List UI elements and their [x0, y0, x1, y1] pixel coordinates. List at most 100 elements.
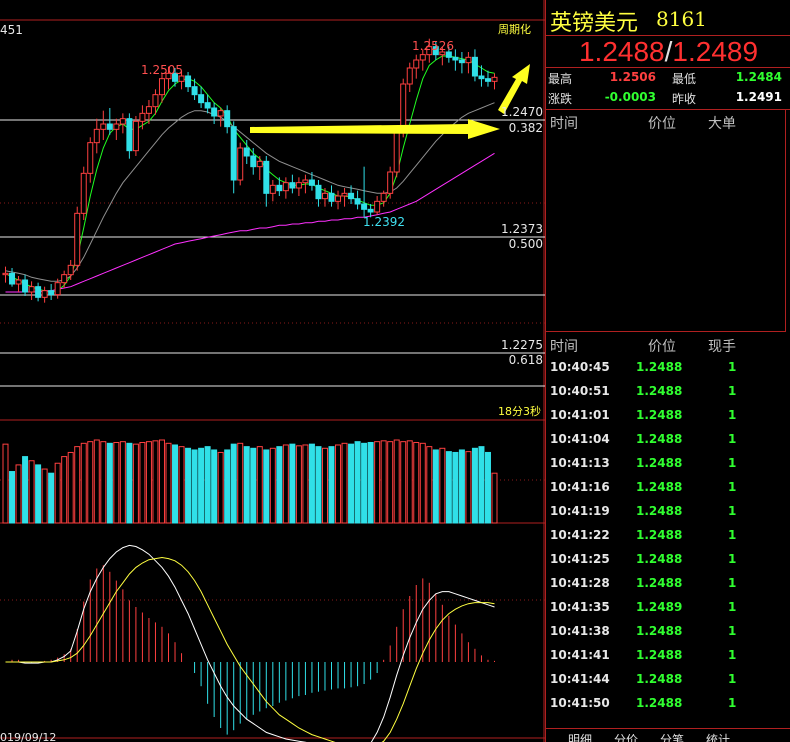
candle-body: [282, 182, 289, 192]
tick-row[interactable]: 10:41:28 1.2488 1: [546, 572, 786, 596]
candle: [48, 284, 55, 300]
volume-bar: [106, 442, 113, 524]
fib-ratio-0618: 0.618: [508, 353, 543, 367]
tick-row[interactable]: 10:41:04 1.2488 1: [546, 428, 786, 452]
tick-row[interactable]: 10:41:35 1.2489 1: [546, 596, 786, 620]
candle-body: [380, 192, 387, 202]
tick-size: 1: [728, 504, 737, 518]
volume-bar: [478, 446, 485, 524]
candle-body: [289, 182, 296, 189]
tick-row[interactable]: 10:41:44 1.2488 1: [546, 668, 786, 692]
change-value: -0.0003: [604, 90, 656, 104]
candle: [113, 118, 120, 140]
tick-row[interactable]: 10:41:01 1.2488 1: [546, 404, 786, 428]
tick-row[interactable]: 10:41:13 1.2488 1: [546, 452, 786, 476]
candle-body: [28, 286, 35, 293]
tick-row[interactable]: 10:41:41 1.2488 1: [546, 644, 786, 668]
candle: [341, 188, 348, 207]
volume-bar: [465, 451, 472, 524]
kline-svg[interactable]: [0, 0, 545, 742]
volume-bar: [471, 447, 478, 524]
tick-row[interactable]: 10:41:50 1.2488 1: [546, 692, 786, 716]
candle: [35, 282, 42, 302]
date-label: 019/09/12: [0, 731, 57, 742]
volume-bar: [145, 441, 152, 524]
low-label: 最低: [672, 72, 697, 86]
volume-bar: [185, 447, 192, 524]
volume-bar: [48, 472, 55, 524]
tick-size: 1: [728, 456, 737, 470]
tick-row[interactable]: 10:40:51 1.2488 1: [546, 380, 786, 404]
candle-body: [204, 102, 211, 109]
candle-body: [465, 56, 472, 64]
candle-body: [400, 83, 407, 133]
tick-price: 1.2488: [636, 552, 683, 566]
candle: [198, 86, 205, 108]
macd-dea-line: [5, 556, 495, 742]
tick-time: 10:41:04: [550, 432, 610, 446]
candle-body: [119, 118, 126, 125]
candle-body: [302, 179, 309, 184]
tick-time: 10:41:25: [550, 552, 610, 566]
candle-body: [484, 78, 491, 82]
candle: [139, 105, 146, 130]
tick-size: 1: [728, 360, 737, 374]
tick-size: 1: [728, 624, 737, 638]
volume-bar: [22, 456, 29, 524]
tick-row[interactable]: 10:41:22 1.2488 1: [546, 524, 786, 548]
volume-bar: [204, 446, 211, 524]
candle-body: [367, 208, 374, 213]
candle-body: [478, 75, 485, 80]
volume-bar: [61, 456, 68, 524]
volume-bar: [302, 444, 309, 524]
candle: [471, 49, 478, 82]
volume-bar: [269, 447, 276, 524]
candle: [28, 281, 35, 300]
tick-row[interactable]: 10:41:25 1.2488 1: [546, 548, 786, 572]
volume-bar: [198, 447, 205, 524]
volume-bar: [9, 471, 16, 524]
volume-bar: [119, 441, 126, 524]
volume-bar: [54, 462, 61, 524]
tick-list[interactable]: 10:40:45 1.2488 1 10:40:51 1.2488 1 10:41:01 1.…: [546, 356, 786, 716]
candle: [458, 52, 465, 74]
volume-bar: [100, 441, 107, 524]
candle-body: [491, 76, 498, 82]
tick-row[interactable]: 10:40:45 1.2488 1: [546, 356, 786, 380]
volume-bar: [289, 443, 296, 524]
candle-body: [328, 192, 335, 202]
volume-bar: [387, 441, 394, 524]
volume-bar: [158, 439, 165, 524]
volume-bar: [328, 446, 335, 524]
tab-detail[interactable]: 明细: [568, 731, 592, 742]
prev-close-label: 昨收: [672, 92, 697, 106]
tick-time: 10:41:50: [550, 696, 610, 710]
candle: [406, 62, 413, 92]
tab-price-dist[interactable]: 分价: [614, 731, 638, 742]
candle-body: [145, 106, 152, 114]
tick-row[interactable]: 10:41:16 1.2488 1: [546, 476, 786, 500]
candle-body: [295, 182, 302, 189]
bottom-tabs: 明细 分价 分笔 统计: [546, 728, 790, 742]
tab-stats[interactable]: 统计: [706, 731, 730, 742]
candle: [263, 156, 270, 207]
volume-bar: [308, 443, 315, 524]
candle-body: [341, 192, 348, 197]
kline-chart[interactable]: 451 周期化 1.2505 1.2526 1.2392 1.2470 0.38…: [0, 0, 545, 742]
volume-bar: [295, 445, 302, 524]
volume-bar: [165, 442, 172, 524]
volume-bar: [321, 447, 328, 524]
tick-row[interactable]: 10:41:38 1.2488 1: [546, 620, 786, 644]
tab-ticks[interactable]: 分笔: [660, 731, 684, 742]
tick-time: 10:40:51: [550, 384, 610, 398]
candle-body: [93, 128, 100, 144]
volume-bar: [400, 441, 407, 524]
candle: [126, 113, 133, 159]
candle: [250, 148, 257, 175]
tick-row[interactable]: 10:41:19 1.2488 1: [546, 500, 786, 524]
volume-bar: [113, 441, 120, 524]
candle: [185, 72, 192, 92]
big-orders-box[interactable]: 时间 价位 大单: [546, 110, 786, 332]
low-label: 1.2392: [363, 215, 405, 229]
volume-bar: [178, 446, 185, 524]
